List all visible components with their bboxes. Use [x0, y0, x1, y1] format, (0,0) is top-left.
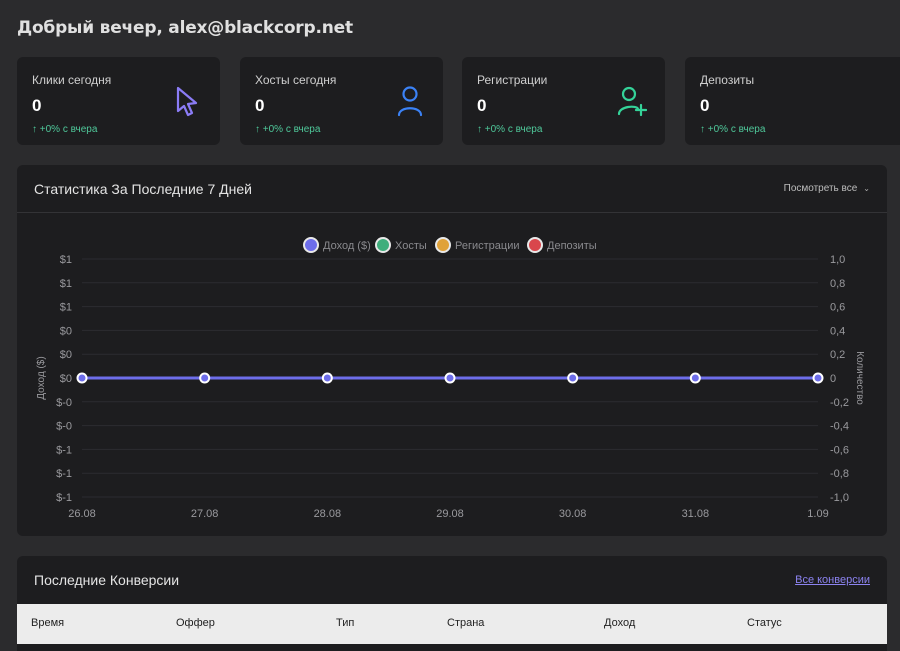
legend-swatch [375, 237, 391, 253]
legend-label: Депозиты [547, 240, 597, 252]
legend-label: Доход ($) [323, 240, 371, 252]
y-right-tick-label: -0,2 [830, 397, 849, 409]
y-left-tick-label: $-1 [56, 492, 72, 504]
y-left-tick-label: $-0 [56, 421, 72, 433]
y-right-tick-label: -0,4 [830, 421, 849, 433]
data-point [321, 372, 333, 384]
data-point [444, 372, 456, 384]
data-point [689, 372, 701, 384]
x-tick-label: 1.09 [807, 508, 828, 520]
y-left-tick-label: $0 [60, 349, 72, 361]
y-right-tick-label: 0,4 [830, 325, 845, 337]
x-tick-label: 28.08 [314, 508, 342, 520]
stat-delta: ↑ +0% с вчера [700, 124, 766, 135]
data-point [567, 372, 579, 384]
stat-delta: ↑ +0% с вчера [477, 124, 543, 135]
stat-card-deposits: Депозиты 0 ↑ +0% с вчера [685, 57, 900, 145]
data-point [199, 372, 211, 384]
col-type[interactable]: Тип [336, 617, 354, 629]
user-plus-icon [617, 86, 647, 117]
y-right-tick-label: 0,6 [830, 302, 845, 314]
legend-swatch [303, 237, 319, 253]
conversions-title: Последние Конверсии [34, 572, 180, 588]
stat-card-clicks: Клики сегодня 0 ↑ +0% с вчера [17, 57, 220, 145]
col-time[interactable]: Время [31, 617, 64, 629]
chart-panel-title: Статистика За Последние 7 Дней [34, 180, 252, 197]
y-right-tick-label: 0,2 [830, 349, 845, 361]
y-left-tick-label: $-0 [56, 397, 72, 409]
y-left-tick-label: $1 [60, 278, 72, 290]
y-left-axis-title: Доход ($) [36, 356, 47, 399]
y-left-tick-label: $1 [60, 302, 72, 314]
y-right-tick-label: 0 [830, 373, 836, 385]
user-icon [397, 86, 423, 117]
y-left-tick-label: $-1 [56, 444, 72, 456]
x-tick-label: 31.08 [682, 508, 710, 520]
conversions-header: Последние Конверсии Все конверсии [17, 556, 887, 604]
legend-label: Регистрации [455, 240, 520, 252]
y-right-tick-label: -0,8 [830, 468, 849, 480]
legend-label: Хосты [395, 240, 427, 252]
col-revenue[interactable]: Доход [604, 617, 635, 629]
all-conversions-link[interactable]: Все конверсии [795, 574, 870, 586]
y-left-tick-label: $0 [60, 373, 72, 385]
y-right-tick-label: 1,0 [830, 254, 845, 266]
data-point [812, 372, 824, 384]
x-tick-label: 26.08 [68, 508, 96, 520]
stat-delta: ↑ +0% с вчера [32, 124, 98, 135]
col-status[interactable]: Статус [747, 617, 782, 629]
stat-delta: ↑ +0% с вчера [255, 124, 321, 135]
y-right-tick-label: -1,0 [830, 492, 849, 504]
y-right-axis-title: Количество [854, 351, 865, 405]
y-right-tick-label: -0,6 [830, 444, 849, 456]
col-country[interactable]: Страна [447, 617, 484, 629]
legend-swatch [435, 237, 451, 253]
y-left-tick-label: $1 [60, 254, 72, 266]
x-tick-label: 29.08 [436, 508, 464, 520]
x-tick-label: 30.08 [559, 508, 587, 520]
line-chart: $1 1,0 $1 0,8 $1 0,6 $0 0,4 $0 0,2 $0 0 $-0 -0,2 $-0 -0… [36, 237, 865, 520]
y-left-tick-label: $0 [60, 325, 72, 337]
stat-card-registrations: Регистрации 0 ↑ +0% с вчера [462, 57, 665, 145]
view-all-dropdown[interactable]: Посмотреть все ⌄ [784, 183, 870, 194]
y-right-tick-label: 0,8 [830, 278, 845, 290]
stat-label: Депозиты [700, 73, 755, 87]
greeting-title: Добрый вечер, alex@blackcorp.net [17, 18, 353, 38]
legend-swatch [527, 237, 543, 253]
col-offer[interactable]: Оффер [176, 617, 215, 629]
table-header: Время Оффер Тип Страна Доход Статус [17, 604, 887, 644]
conversions-panel: Последние Конверсии Все конверсии Время … [17, 556, 887, 651]
stat-card-hosts: Хосты сегодня 0 ↑ +0% с вчера [240, 57, 443, 145]
y-left-tick-label: $-1 [56, 468, 72, 480]
stats-chart-panel: Статистика За Последние 7 Дней Посмотрет… [17, 165, 887, 536]
x-tick-label: 27.08 [191, 508, 219, 520]
stat-value: 0 [700, 96, 710, 115]
chevron-down-icon: ⌄ [863, 184, 870, 193]
data-point [76, 372, 88, 384]
cursor-icon [176, 86, 198, 117]
view-all-label: Посмотреть все [783, 183, 858, 194]
chart-panel-header: Статистика За Последние 7 Дней Посмотрет… [17, 165, 887, 213]
